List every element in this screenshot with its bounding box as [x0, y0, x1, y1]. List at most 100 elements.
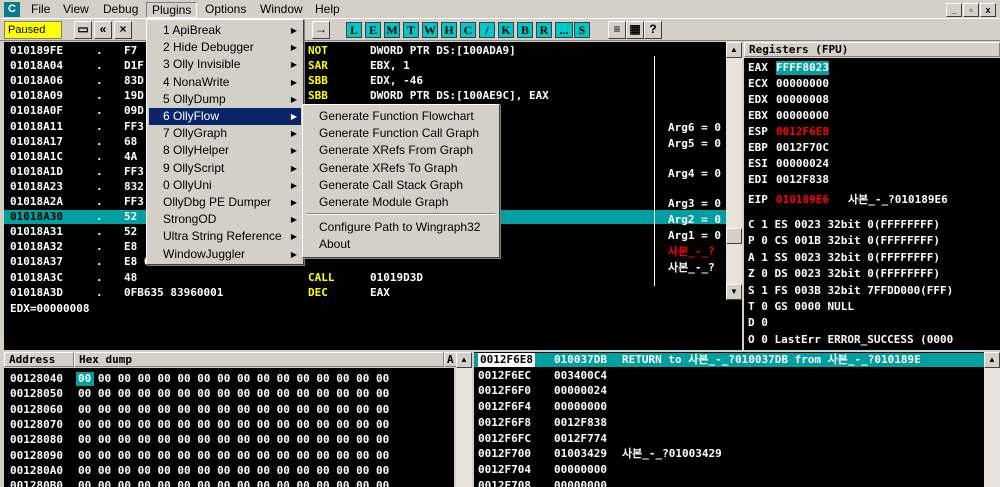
toolbar-letter-button[interactable]: /: [479, 22, 495, 38]
ollyflow-menu-item[interactable]: Generate XRefs From Graph: [305, 142, 497, 159]
dump-row[interactable]: 001280A0 00 00 00 00 00 00 00 00 00 00 00…: [4, 464, 454, 478]
register-row[interactable]: EDI 0012F838: [744, 173, 1000, 187]
plugins-menu-item[interactable]: 6 OllyFlow ▶: [149, 108, 301, 125]
toolbar-letter-button[interactable]: T: [403, 22, 419, 38]
stack-scrollbar[interactable]: ▲: [984, 352, 1000, 487]
stack-row[interactable]: 0012F6F8 0012F838: [474, 416, 984, 430]
plugins-menu-item[interactable]: OllyDbg PE Dumper ▶: [149, 194, 301, 211]
toolbar-letter-button[interactable]: ...: [555, 22, 573, 38]
disasm-scrollbar[interactable]: ▲ ▼: [726, 42, 742, 300]
register-value[interactable]: 00000000: [776, 77, 829, 91]
plugins-menu-item[interactable]: StrongOD ▶: [149, 211, 301, 228]
register-row[interactable]: EDX 00000008: [744, 93, 1000, 107]
list-icon[interactable]: ≡: [608, 21, 626, 39]
ollyflow-menu-item[interactable]: Generate Module Graph: [305, 194, 497, 211]
register-value[interactable]: 0012F6E8: [776, 125, 829, 139]
register-row[interactable]: ECX 00000000: [744, 77, 1000, 91]
stack-row[interactable]: 0012F6E8 010037DB RETURN to 사본_-_?010037DB…: [474, 353, 984, 367]
register-value[interactable]: 0012F70C: [776, 141, 829, 155]
flag-row[interactable]: O 0 LastErr ERROR_SUCCESS (0000: [744, 333, 1000, 347]
disasm-row[interactable]: 01018A3D. 0FB635 83960001 DEC EAX: [4, 286, 742, 300]
stack-row[interactable]: 0012F700 01003429 사본_-_?01003429: [474, 447, 984, 461]
registers-pane[interactable]: EAX FFFF8023 ECX 00000000 EDX 00000008 EBX 0000…: [744, 58, 1000, 350]
eip-row[interactable]: EIP 010189E6 사본_-_?010189E6: [744, 193, 1000, 207]
flag-row[interactable]: D 0: [744, 316, 1000, 330]
plugins-menu-item[interactable]: 3 Olly Invisible ▶: [149, 56, 301, 73]
restore-button[interactable]: ▫: [963, 3, 979, 17]
menu-options[interactable]: Options: [200, 2, 251, 18]
minimize-button[interactable]: _: [946, 3, 962, 17]
ollyflow-menu-item[interactable]: Configure Path to Wingraph32: [305, 219, 497, 236]
toolbar-letter-button[interactable]: B: [517, 22, 533, 38]
eip-value[interactable]: 010189E6: [776, 193, 829, 207]
ollyflow-menu-item[interactable]: Generate Call Stack Graph: [305, 177, 497, 194]
dump-row[interactable]: 001280B0 00 00 00 00 00 00 00 00 00 00 00…: [4, 479, 454, 487]
register-row[interactable]: EBP 0012F70C: [744, 141, 1000, 155]
plugins-menu-item[interactable]: WindowJuggler ▶: [149, 246, 301, 263]
stack-row[interactable]: 0012F6F4 00000000: [474, 400, 984, 414]
plugins-menu-item[interactable]: 7 OllyGraph ▶: [149, 125, 301, 142]
flag-row[interactable]: C 1 ES 0023 32bit 0(FFFFFFFF): [744, 218, 1000, 232]
disasm-row[interactable]: 01018A3C. 48 CALL 01019D3D: [4, 271, 742, 285]
stack-pane[interactable]: 0012F6E8 010037DB RETURN to 사본_-_?010037DB…: [474, 352, 984, 487]
stack-row[interactable]: 0012F708 00000000: [474, 479, 984, 487]
register-value[interactable]: 00000008: [776, 93, 829, 107]
ollyflow-menu-item[interactable]: Generate Function Flowchart: [305, 108, 497, 125]
plugins-menu-item[interactable]: 0 OllyUni ▶: [149, 177, 301, 194]
dump-scroll-up-icon[interactable]: ▲: [456, 352, 472, 368]
close-button[interactable]: x: [980, 3, 996, 17]
scroll-thumb[interactable]: [726, 228, 742, 244]
register-value[interactable]: 00000000: [776, 109, 829, 123]
flag-row[interactable]: T 0 GS 0000 NULL: [744, 300, 1000, 314]
menu-debug[interactable]: Debug: [98, 2, 143, 18]
ollyflow-menu-item[interactable]: Generate XRefs To Graph: [305, 160, 497, 177]
dump-scrollbar[interactable]: ▲: [456, 352, 472, 487]
stack-row[interactable]: 0012F6FC 0012F774: [474, 432, 984, 446]
register-row[interactable]: ESI 00000024: [744, 157, 1000, 171]
stack-row[interactable]: 0012F6F0 00000024: [474, 384, 984, 398]
menu-help[interactable]: Help: [310, 2, 345, 18]
register-value[interactable]: FFFF8023: [776, 61, 829, 75]
dump-col-hex[interactable]: Hex dump: [74, 352, 444, 367]
dump-row[interactable]: 00128070 00 00 00 00 00 00 00 00 00 00 00…: [4, 418, 454, 432]
flag-row[interactable]: S 1 FS 003B 32bit 7FFDD000(FFF): [744, 284, 1000, 298]
dump-row[interactable]: 00128060 00 00 00 00 00 00 00 00 00 00 00…: [4, 403, 454, 417]
plugins-menu-item[interactable]: 9 OllyScript ▶: [149, 160, 301, 177]
plugins-menu-item[interactable]: 8 OllyHelper ▶: [149, 142, 301, 159]
dump-col-address[interactable]: Address: [4, 352, 74, 367]
plugins-menu-item[interactable]: 2 Hide Debugger ▶: [149, 39, 301, 56]
dump-row[interactable]: 00128050 00 00 00 00 00 00 00 00 00 00 00…: [4, 387, 454, 401]
ollyflow-menu-item[interactable]: About: [305, 236, 497, 253]
menu-plugins[interactable]: Plugins: [146, 2, 198, 18]
open-icon[interactable]: ▭: [74, 21, 92, 39]
register-row[interactable]: EAX FFFF8023: [744, 61, 1000, 75]
dump-row[interactable]: 00128090 00 00 00 00 00 00 00 00 00 00 00…: [4, 449, 454, 463]
ollyflow-menu-item[interactable]: Generate Function Call Graph: [305, 125, 497, 142]
menu-view[interactable]: View: [58, 2, 94, 18]
register-row[interactable]: EBX 00000000: [744, 109, 1000, 123]
flag-row[interactable]: Z 0 DS 0023 32bit 0(FFFFFFFF): [744, 267, 1000, 281]
toolbar-letter-button[interactable]: R: [536, 22, 552, 38]
toolbar-letter-button[interactable]: C: [460, 22, 476, 38]
stack-row[interactable]: 0012F6EC 003400C4: [474, 369, 984, 383]
toolbar-letter-button[interactable]: S: [574, 22, 590, 38]
toolbar-letter-button[interactable]: L: [346, 22, 362, 38]
help-button[interactable]: ?: [644, 21, 662, 39]
toolbar-letter-button[interactable]: W: [422, 22, 438, 38]
disasm-row[interactable]: 010189FE. F7 NOT DWORD PTR DS:[100ADA9]: [4, 44, 742, 58]
grid-icon[interactable]: ▦: [626, 21, 644, 39]
plugins-menu-item[interactable]: Ultra String Reference ▶: [149, 228, 301, 245]
disasm-row[interactable]: 01018A09. 19D SBB DWORD PTR DS:[100AE9C], E…: [4, 89, 742, 103]
register-value[interactable]: 00000024: [776, 157, 829, 171]
plugins-menu-item[interactable]: 1 ApiBreak ▶: [149, 22, 301, 39]
flag-row[interactable]: P 0 CS 001B 32bit 0(FFFFFFFF): [744, 234, 1000, 248]
toolbar-letter-button[interactable]: K: [498, 22, 514, 38]
dump-pane[interactable]: 00128040 00 00 00 00 00 00 00 00 00 00 00…: [4, 368, 454, 487]
execute-till-return-icon[interactable]: →: [312, 21, 330, 39]
disasm-row[interactable]: 01018A04. D1F SAR EBX, 1: [4, 59, 742, 73]
scroll-up-icon[interactable]: ▲: [726, 42, 742, 58]
stack-scroll-up-icon[interactable]: ▲: [984, 352, 1000, 368]
plugins-menu-item[interactable]: 4 NonaWrite ▶: [149, 74, 301, 91]
register-value[interactable]: 0012F838: [776, 173, 829, 187]
toolbar-letter-button[interactable]: H: [441, 22, 457, 38]
